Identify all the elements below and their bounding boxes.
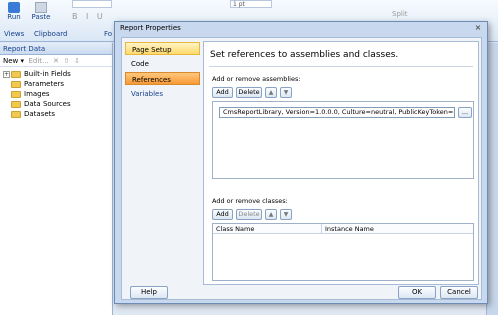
run-button[interactable]: Run: [4, 2, 24, 26]
classes-label: Add or remove classes:: [212, 197, 288, 205]
add-class-button[interactable]: Add: [212, 209, 233, 220]
arrow-up-icon: ▲: [268, 211, 274, 218]
assemblies-label: Add or remove assemblies:: [212, 75, 301, 83]
delete-assembly-button[interactable]: Delete: [236, 87, 262, 98]
split-button[interactable]: Split: [392, 10, 408, 18]
arrow-down-icon: ▼: [283, 89, 289, 96]
arrow-up-icon: ▲: [268, 89, 274, 96]
help-button[interactable]: Help: [130, 286, 168, 299]
paste-button[interactable]: Paste: [30, 2, 52, 26]
nav-item-code[interactable]: Code: [125, 57, 200, 70]
move-down-class-button[interactable]: ▼: [280, 209, 292, 220]
delete-class-button[interactable]: Delete: [236, 209, 262, 220]
format-buttons[interactable]: B I U: [72, 12, 106, 21]
dialog-nav: Page Setup Code References Variables: [125, 42, 200, 282]
tree-item-images[interactable]: Images: [3, 89, 109, 99]
dialog-body: Page Setup Code References Variables Set…: [121, 37, 482, 300]
folder-icon: [11, 80, 21, 88]
report-data-title: Report Data: [0, 43, 112, 55]
folder-icon: [11, 70, 21, 78]
tree-item-built-in-fields[interactable]: + Built-in Fields: [3, 69, 109, 79]
move-down-assembly-button[interactable]: ▼: [280, 87, 292, 98]
move-up-assembly-button[interactable]: ▲: [265, 87, 277, 98]
page-heading: Set references to assemblies and classes…: [210, 50, 399, 60]
column-instance-name[interactable]: Instance Name: [325, 225, 374, 233]
folder-icon: [11, 110, 21, 118]
report-data-tree: + Built-in Fields Parameters Images Data…: [0, 67, 112, 121]
font-name-combo[interactable]: [72, 0, 112, 8]
tree-item-datasets[interactable]: Datasets: [3, 109, 109, 119]
report-properties-dialog: Report Properties × Page Setup Code Refe…: [114, 21, 488, 304]
column-class-name[interactable]: Class Name: [216, 225, 254, 233]
references-page: Set references to assemblies and classes…: [203, 41, 479, 285]
move-up-icon[interactable]: ⇧: [64, 57, 70, 65]
ok-button[interactable]: OK: [398, 286, 436, 299]
report-data-panel: Report Data New ▾ Edit... ✕ ⇧ ⇩ + Built-…: [0, 43, 113, 315]
tree-item-data-sources[interactable]: Data Sources: [3, 99, 109, 109]
move-down-icon[interactable]: ⇩: [74, 57, 80, 65]
report-data-toolbar: New ▾ Edit... ✕ ⇧ ⇩: [0, 55, 112, 67]
assembly-input[interactable]: CmsReportLibrary, Version=1.0.0.0, Cultu…: [219, 107, 455, 118]
paste-label: Paste: [31, 13, 51, 21]
assemblies-list: CmsReportLibrary, Version=1.0.0.0, Cultu…: [212, 101, 474, 179]
folder-icon: [11, 100, 21, 108]
group-font-label: Fo: [104, 30, 113, 38]
nav-item-variables[interactable]: Variables: [125, 87, 200, 100]
dialog-title: Report Properties: [120, 24, 181, 32]
grid-header: Class Name Instance Name: [213, 224, 473, 234]
new-button[interactable]: New ▾: [3, 57, 24, 65]
tree-item-parameters[interactable]: Parameters: [3, 79, 109, 89]
browse-button[interactable]: ...: [458, 107, 472, 118]
nav-item-references[interactable]: References: [125, 72, 200, 85]
add-assembly-button[interactable]: Add: [212, 87, 233, 98]
run-icon: [8, 2, 20, 13]
close-icon[interactable]: ×: [473, 24, 483, 33]
edit-button[interactable]: Edit...: [28, 57, 48, 65]
run-label: Run: [7, 13, 21, 21]
cancel-button[interactable]: Cancel: [440, 286, 478, 299]
paste-icon: [35, 2, 47, 13]
move-up-class-button[interactable]: ▲: [265, 209, 277, 220]
heading-divider: [209, 66, 473, 67]
folder-icon: [11, 90, 21, 98]
delete-icon[interactable]: ✕: [53, 57, 59, 65]
group-views-label: Views: [4, 30, 25, 38]
expand-icon[interactable]: +: [3, 70, 10, 78]
classes-grid: Class Name Instance Name: [212, 223, 474, 281]
nav-item-page-setup[interactable]: Page Setup: [125, 42, 200, 55]
group-clipboard-label: Clipboard: [34, 30, 68, 38]
column-divider: [321, 224, 322, 234]
arrow-down-icon: ▼: [283, 211, 289, 218]
font-size-combo[interactable]: 1 pt: [230, 0, 272, 8]
